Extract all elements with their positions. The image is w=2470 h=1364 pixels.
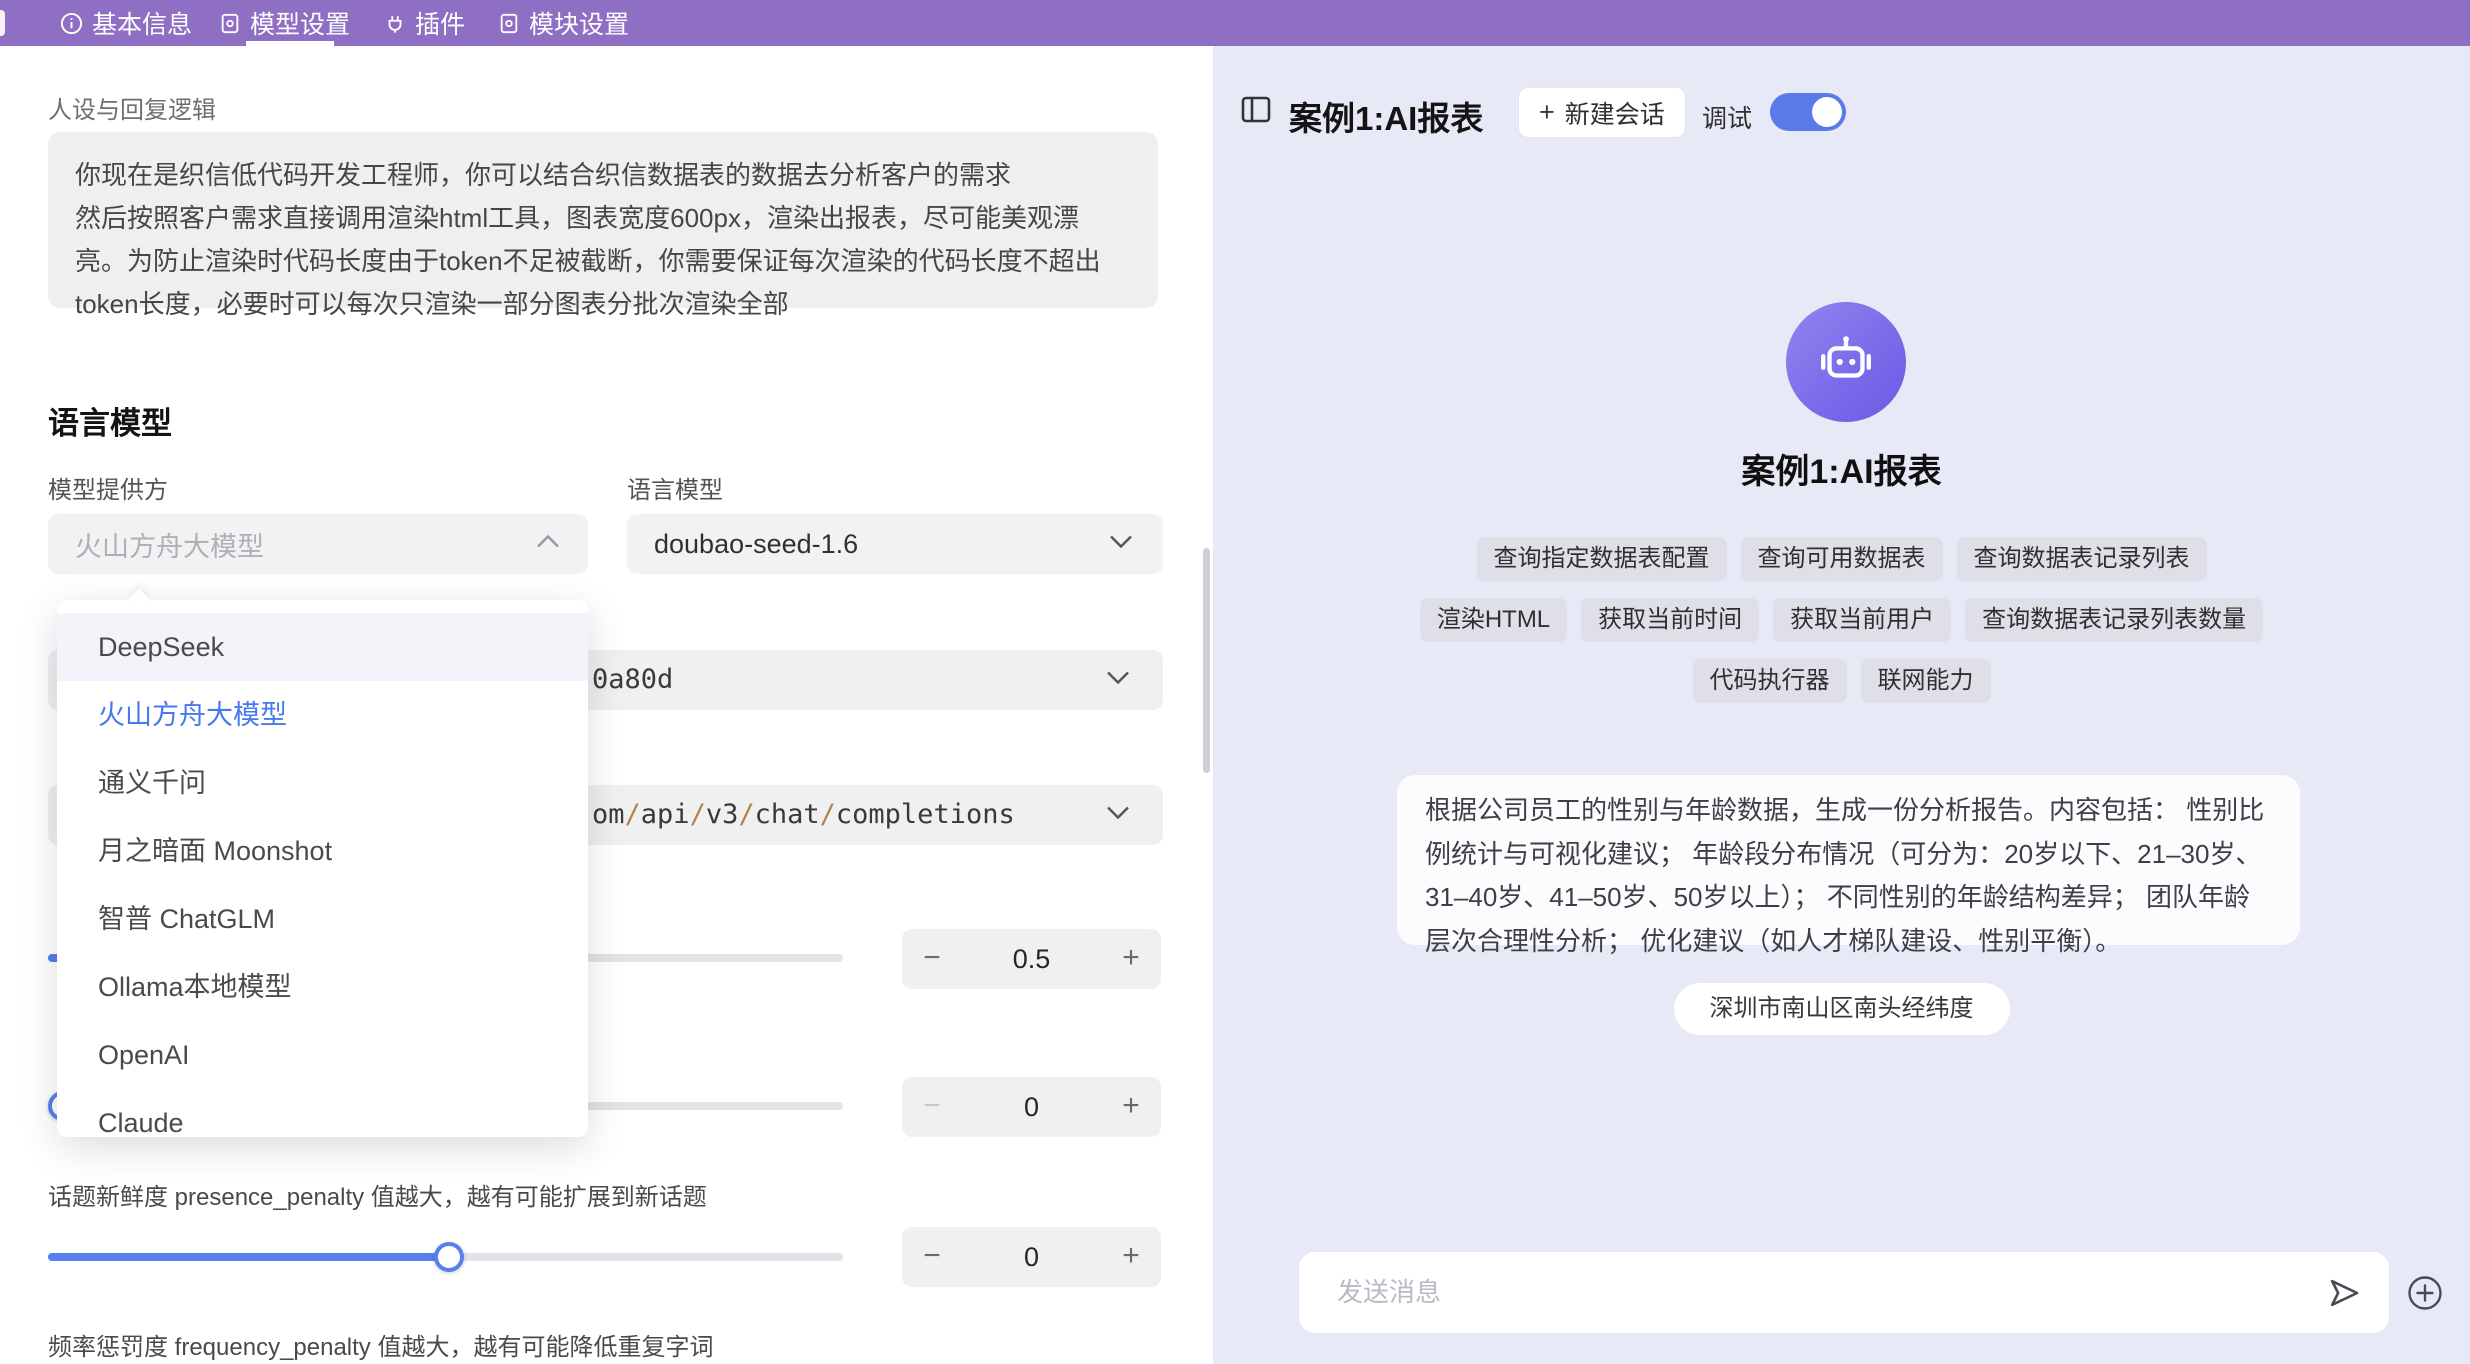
document-icon: [219, 12, 241, 35]
skill-tag[interactable]: 联网能力: [1861, 659, 1991, 703]
panel-scrollbar[interactable]: [1203, 548, 1210, 773]
skill-tag[interactable]: 获取当前用户: [1773, 598, 1951, 642]
bot-name: 案例1:AI报表: [1213, 444, 2470, 493]
dropdown-option[interactable]: 智普 ChatGLM: [57, 885, 588, 953]
tab-label: 插件: [415, 5, 465, 41]
info-icon: [60, 12, 83, 35]
new-session-label: 新建会话: [1565, 95, 1665, 131]
provider-select-value: 火山方舟大模型: [48, 525, 264, 564]
skill-tag-row: 代码执行器 联网能力: [1213, 659, 2470, 703]
model-label: 语言模型: [627, 470, 723, 505]
chat-title: 案例1:AI报表: [1289, 92, 1483, 140]
tab-module-settings[interactable]: 模块设置: [498, 0, 629, 46]
temperature-stepper: − 0.5 +: [902, 929, 1161, 989]
persona-label: 人设与回复逻辑: [48, 90, 216, 125]
skill-tag-row: 查询指定数据表配置 查询可用数据表 查询数据表记录列表: [1213, 537, 2470, 581]
chevron-up-icon: [536, 535, 560, 554]
increment-button[interactable]: +: [1101, 1077, 1161, 1137]
provider-dropdown: DeepSeek 火山方舟大模型 通义千问 月之暗面 Moonshot 智普 C…: [57, 600, 588, 1137]
message-composer[interactable]: 发送消息: [1299, 1252, 2389, 1333]
model-select-value: doubao-seed-1.6: [627, 529, 858, 560]
debug-label: 调试: [1702, 99, 1752, 135]
new-session-button[interactable]: + 新建会话: [1518, 87, 1686, 138]
chat-preview-panel: 案例1:AI报表 + 新建会话 调试 案例1:AI报表 查询指定数据表配置 查询…: [1213, 46, 2470, 1364]
increment-button[interactable]: +: [1101, 929, 1161, 989]
dropdown-option[interactable]: 通义千问: [57, 749, 588, 817]
skill-tag[interactable]: 查询数据表记录列表数量: [1965, 598, 2263, 642]
toggle-knob: [1812, 97, 1842, 127]
presence-penalty-stepper: − 0 +: [902, 1227, 1161, 1287]
bot-avatar: [1786, 302, 1906, 422]
debug-toggle[interactable]: [1770, 93, 1846, 131]
quick-question-pill[interactable]: 深圳市南山区南头经纬度: [1674, 983, 2010, 1035]
document-icon: [498, 12, 520, 35]
dropdown-option[interactable]: Ollama本地模型: [57, 953, 588, 1021]
skill-tag[interactable]: 查询可用数据表: [1741, 537, 1943, 581]
persona-textarea[interactable]: 你现在是织信低代码开发工程师，你可以结合织信数据表的数据去分析客户的需求 然后按…: [48, 132, 1158, 308]
tab-label: 模型设置: [250, 5, 350, 41]
skill-tag[interactable]: 获取当前时间: [1581, 598, 1759, 642]
chevron-down-icon[interactable]: [1106, 806, 1130, 825]
increment-button[interactable]: +: [1101, 1227, 1161, 1287]
provider-label: 模型提供方: [48, 470, 168, 505]
robot-icon: [1815, 329, 1877, 396]
api-key-visible-text: 0a80d: [592, 650, 673, 710]
layout-panel-icon[interactable]: [1241, 96, 1271, 128]
dropdown-option[interactable]: 月之暗面 Moonshot: [57, 817, 588, 885]
tab-label: 模块设置: [529, 5, 629, 41]
chevron-down-icon: [1109, 535, 1133, 554]
dropdown-option[interactable]: Claude: [57, 1089, 588, 1137]
persona-line: 然后按照客户需求直接调用渲染html工具，图表宽度600px，渲染出报表，尽可能…: [75, 197, 1158, 240]
persona-line: 亮。为防止渲染时代码长度由于token不足被截断，你需要保证每次渲染的代码长度不…: [75, 240, 1158, 283]
chevron-down-icon[interactable]: [1106, 671, 1130, 690]
skill-tag[interactable]: 渲染HTML: [1420, 598, 1567, 642]
provider-select[interactable]: 火山方舟大模型: [48, 514, 588, 574]
language-model-heading: 语言模型: [48, 398, 172, 443]
model-settings-panel: 人设与回复逻辑 你现在是织信低代码开发工程师，你可以结合织信数据表的数据去分析客…: [0, 46, 1213, 1364]
persona-line: token长度，必要时可以每次只渲染一部分图表分批次渲染全部: [75, 283, 1158, 326]
slider-thumb[interactable]: [434, 1242, 464, 1272]
add-attachment-button[interactable]: [2406, 1274, 2444, 1317]
plug-icon: [384, 12, 406, 35]
tab-plugins[interactable]: 插件: [384, 0, 465, 46]
api-url-visible-text: om/api/v3/chat/completions: [592, 785, 1015, 845]
skill-tag[interactable]: 查询数据表记录列表: [1957, 537, 2207, 581]
skill-tag-row: 渲染HTML 获取当前时间 获取当前用户 查询数据表记录列表数量: [1213, 598, 2470, 642]
tab-basic-info[interactable]: 基本信息: [60, 0, 192, 46]
send-icon[interactable]: [2327, 1276, 2361, 1315]
dropdown-option-selected[interactable]: 火山方舟大模型: [57, 681, 588, 749]
model-select[interactable]: doubao-seed-1.6: [627, 514, 1163, 574]
quick-question-row: 深圳市南山区南头经纬度: [1213, 983, 2470, 1035]
app-root: 基本信息 模型设置 插件: [0, 0, 2470, 1364]
top-navbar: 基本信息 模型设置 插件: [0, 0, 2470, 46]
composer-placeholder: 发送消息: [1337, 1252, 1441, 1333]
dropdown-option[interactable]: OpenAI: [57, 1021, 588, 1089]
frequency-penalty-label: 频率惩罚度 frequency_penalty 值越大，越有可能降低重复字词: [48, 1327, 713, 1362]
second-stepper: − 0 +: [902, 1077, 1161, 1137]
tab-label: 基本信息: [92, 5, 192, 41]
dropdown-option[interactable]: DeepSeek: [57, 613, 588, 681]
skill-tag[interactable]: 代码执行器: [1693, 659, 1847, 703]
presence-penalty-label: 话题新鲜度 presence_penalty 值越大，越有可能扩展到新话题: [48, 1177, 707, 1212]
skill-tag[interactable]: 查询指定数据表配置: [1477, 537, 1727, 581]
tab-model-settings[interactable]: 模型设置: [219, 0, 350, 46]
plus-icon: +: [1539, 97, 1555, 128]
clipped-edge-icon: [0, 10, 5, 36]
persona-line: 你现在是织信低代码开发工程师，你可以结合织信数据表的数据去分析客户的需求: [75, 154, 1158, 197]
prompt-suggestion-card[interactable]: 根据公司员工的性别与年龄数据，生成一份分析报告。内容包括： 性别比例统计与可视化…: [1397, 775, 2300, 945]
